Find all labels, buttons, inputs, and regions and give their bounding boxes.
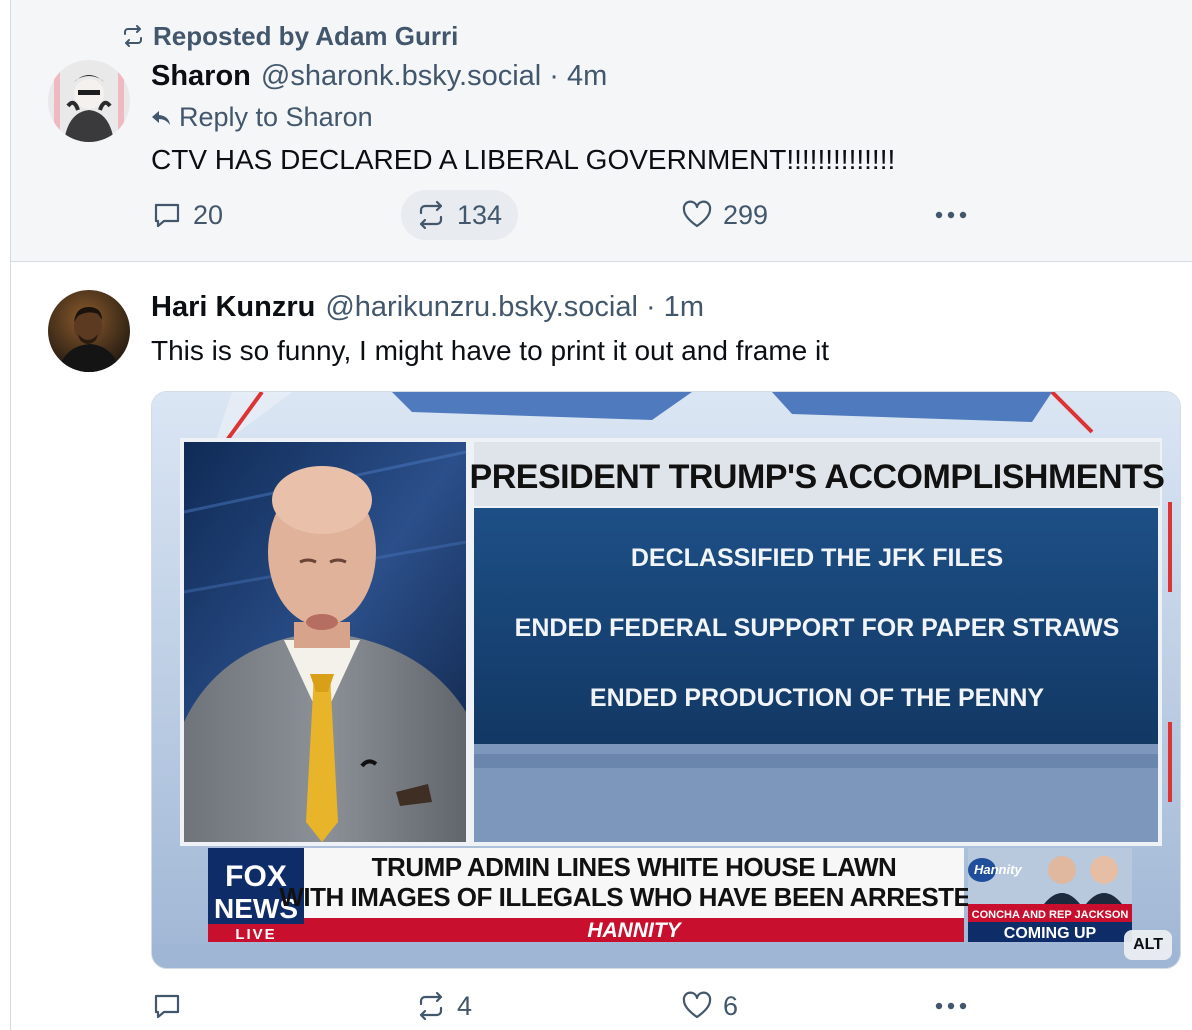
reply-button[interactable]: 20 [151, 190, 223, 240]
like-count: 299 [723, 199, 769, 230]
more-options-button[interactable] [933, 190, 969, 240]
reply-arrow-icon [152, 110, 170, 125]
fox-logo-top: FOX [225, 860, 287, 893]
post-text: This is so funny, I might have to print … [151, 335, 830, 366]
post-image[interactable]: PRESIDENT TRUMP'S ACCOMPLISHMENTS DECLAS… [151, 391, 1181, 969]
avatar[interactable] [48, 290, 130, 372]
repost-icon [124, 25, 142, 47]
comment-icon [154, 994, 180, 1019]
alt-text-badge[interactable]: ALT [1124, 930, 1172, 960]
post-actions: 20 134 299 [151, 190, 971, 240]
promo-guests: CONCHA AND REP JACKSON [972, 909, 1129, 921]
like-button[interactable]: 299 [681, 190, 768, 240]
reply-count: 20 [193, 199, 224, 230]
repost-label: Reposted by Adam Gurri [153, 20, 459, 51]
more-options-button[interactable] [933, 981, 969, 1030]
like-count: 6 [723, 990, 739, 1021]
promo-coming-up: COMING UP [1004, 925, 1097, 942]
board-heading: PRESIDENT TRUMP'S ACCOMPLISHMENTS [470, 458, 1165, 496]
promo-show-name: Hannity [974, 862, 1022, 877]
reply-to-label: Reply to Sharon [179, 102, 373, 132]
show-name: HANNITY [587, 919, 682, 942]
like-button[interactable]: 6 [681, 981, 738, 1030]
feed: Reposted by Adam Gurri Sharon @sharonk.b… [10, 0, 1192, 1030]
post-actions: 4 6 [151, 981, 971, 1030]
board-item-1: DECLASSIFIED THE JFK FILES [631, 544, 1003, 572]
post-header: Sharon @sharonk.bsky.social · 4m [151, 60, 607, 93]
repost-icon [419, 200, 443, 230]
repost-icon [419, 991, 443, 1021]
board-item-2: ENDED FEDERAL SUPPORT FOR PAPER STRAWS [515, 614, 1120, 642]
live-label: LIVE [235, 926, 276, 943]
reply-context[interactable]: Reply to Sharon [151, 102, 373, 133]
chyron-line-2: WITH IMAGES OF ILLEGALS WHO HAVE BEEN AR… [279, 882, 988, 912]
more-dots-icon [935, 1002, 967, 1010]
repost-button[interactable]: 4 [415, 981, 472, 1030]
repost-attribution[interactable]: Reposted by Adam Gurri [121, 20, 458, 52]
reply-button[interactable] [151, 981, 193, 1030]
board-item-3: ENDED PRODUCTION OF THE PENNY [590, 684, 1045, 712]
chyron-line-1: TRUMP ADMIN LINES WHITE HOUSE LAWN [372, 852, 897, 882]
avatar[interactable] [48, 60, 130, 142]
author-handle-time[interactable]: @harikunzru.bsky.social · 1m [325, 291, 704, 324]
heart-icon [682, 200, 712, 228]
repost-count: 4 [457, 990, 473, 1021]
post-header: Hari Kunzru @harikunzru.bsky.social · 1m [151, 291, 704, 324]
author-name[interactable]: Sharon [151, 60, 251, 93]
post-sharon[interactable]: Reposted by Adam Gurri Sharon @sharonk.b… [11, 0, 1192, 262]
author-handle-time[interactable]: @sharonk.bsky.social · 4m [261, 60, 607, 93]
post-hari-kunzru[interactable]: Hari Kunzru @harikunzru.bsky.social · 1m… [11, 263, 1192, 1030]
post-text: CTV HAS DECLARED A LIBERAL GOVERNMENT!!!… [151, 144, 896, 175]
repost-count: 134 [457, 199, 503, 230]
author-name[interactable]: Hari Kunzru [151, 291, 315, 324]
comment-icon [154, 203, 180, 228]
repost-button[interactable]: 134 [401, 190, 519, 240]
more-dots-icon [935, 211, 967, 219]
heart-icon [682, 991, 712, 1019]
